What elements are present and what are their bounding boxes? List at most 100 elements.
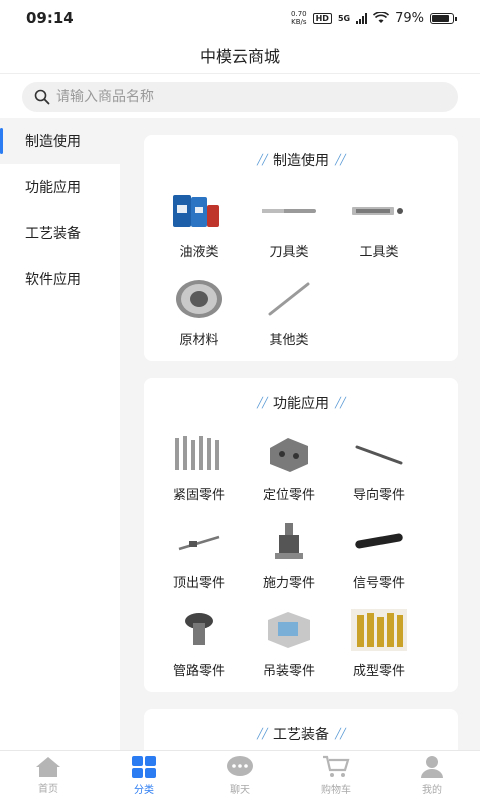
status-time: 09:14 — [26, 9, 74, 27]
decoration-icon: ╱╱ — [256, 397, 268, 409]
decoration-icon: ╱╱ — [335, 728, 346, 740]
section-card-process-equipment: ╱╱ 工艺装备 ╱╱ — [144, 709, 458, 750]
item-grid: 油液类 刀具类 工具类 原材料 其他类 — [144, 185, 458, 361]
tab-label: 购物车 — [321, 785, 351, 796]
category-item-label: 油液类 — [179, 245, 219, 260]
cart-icon — [323, 755, 350, 777]
category-sidebar: 制造使用 功能应用 工艺装备 软件应用 — [0, 118, 120, 750]
search-input[interactable] — [56, 89, 436, 105]
sidebar-item-functional[interactable]: 功能应用 — [0, 164, 120, 210]
category-item-lifting[interactable]: 吊装零件 — [244, 604, 334, 692]
signal-icon — [356, 12, 368, 24]
category-item-label: 定位零件 — [262, 488, 315, 503]
user-icon — [421, 756, 443, 778]
tab-label: 我的 — [422, 785, 442, 796]
chat-icon — [227, 756, 253, 776]
press-unit-icon — [257, 520, 321, 564]
battery-icon — [430, 12, 457, 24]
category-item-label: 成型零件 — [352, 664, 405, 679]
sidebar-item-label: 软件应用 — [25, 272, 81, 288]
grid-icon — [132, 756, 156, 778]
section-title-text: 工艺装备 — [273, 727, 329, 743]
sidebar-item-process-equipment[interactable]: 工艺装备 — [0, 210, 120, 256]
tab-mine[interactable]: 我的 — [384, 751, 480, 800]
section-title: ╱╱ 功能应用 ╱╱ — [144, 378, 458, 428]
category-item-signal[interactable]: 信号零件 — [334, 516, 424, 604]
status-bar: 09:14 0.70 KB/s HD 5G 79% — [0, 0, 480, 36]
ejector-pin-icon — [167, 520, 231, 564]
cutting-tool-icon — [257, 189, 321, 233]
net-speed-unit: KB/s — [291, 18, 307, 26]
molding-pins-icon — [347, 608, 411, 652]
category-item-other[interactable]: 其他类 — [244, 273, 334, 361]
app-header: 中模云商城 — [0, 36, 480, 74]
category-item-label: 紧固零件 — [172, 488, 225, 503]
hd-icon: HD — [312, 12, 332, 24]
category-item-label: 吊装零件 — [262, 664, 315, 679]
category-item-ejector[interactable]: 顶出零件 — [154, 516, 244, 604]
category-item-label: 信号零件 — [352, 576, 405, 591]
category-item-cutting-tool[interactable]: 刀具类 — [244, 185, 334, 273]
sidebar-item-label: 功能应用 — [25, 180, 81, 196]
category-item-label: 刀具类 — [269, 245, 309, 260]
rod-icon — [257, 277, 321, 321]
tab-cart[interactable]: 购物车 — [288, 751, 384, 800]
tool-set-icon — [347, 189, 411, 233]
net-speed: 0.70 KB/s — [291, 10, 307, 26]
sidebar-item-label: 工艺装备 — [25, 226, 81, 242]
wifi-icon — [373, 12, 390, 23]
category-item-fastener[interactable]: 紧固零件 — [154, 428, 244, 516]
lifting-frame-icon — [257, 608, 321, 652]
battery-level: 79% — [395, 10, 424, 26]
page-title: 中模云商城 — [199, 46, 280, 66]
tab-label: 首页 — [38, 784, 58, 795]
screws-icon — [167, 432, 231, 476]
category-item-raw-material[interactable]: 原材料 — [154, 273, 244, 361]
category-item-label: 原材料 — [179, 333, 219, 348]
category-item-label: 导向零件 — [352, 488, 405, 503]
category-item-label: 工具类 — [359, 245, 399, 260]
bottom-tabbar: 首页 分类 聊天 购物车 我的 — [0, 750, 480, 800]
network-type: 5G — [337, 13, 351, 23]
net-speed-value: 0.70 — [291, 10, 307, 18]
decoration-icon: ╱╱ — [256, 154, 268, 166]
category-item-pipe[interactable]: 管路零件 — [154, 604, 244, 692]
pipe-fitting-icon — [167, 608, 231, 652]
category-item-tools[interactable]: 工具类 — [334, 185, 424, 273]
home-icon — [36, 757, 60, 777]
section-title: ╱╱ 制造使用 ╱╱ — [144, 135, 458, 185]
tab-home[interactable]: 首页 — [0, 751, 96, 800]
tab-label: 聊天 — [230, 785, 250, 796]
tab-category[interactable]: 分类 — [96, 751, 192, 800]
category-item-label: 管路零件 — [172, 664, 225, 679]
sidebar-item-software[interactable]: 软件应用 — [0, 256, 120, 302]
category-item-label: 其他类 — [269, 333, 309, 348]
category-item-label: 施力零件 — [262, 576, 315, 591]
metal-ring-icon — [167, 277, 231, 321]
category-content[interactable]: ╱╱ 制造使用 ╱╱ 油液类 刀具类 工具类 原材料 其他类 ╱╱ 功能应用 ╱… — [120, 118, 480, 750]
section-title: ╱╱ 工艺装备 ╱╱ — [144, 709, 458, 750]
decoration-icon: ╱╱ — [335, 154, 346, 166]
signal-bar-icon — [347, 520, 411, 564]
locator-block-icon — [257, 432, 321, 476]
category-item-molding[interactable]: 成型零件 — [334, 604, 424, 692]
category-item-press[interactable]: 施力零件 — [244, 516, 334, 604]
category-item-locator[interactable]: 定位零件 — [244, 428, 334, 516]
section-card-functional: ╱╱ 功能应用 ╱╱ 紧固零件 定位零件 导向零件 顶出零件 施力零件 信号零件… — [144, 378, 458, 692]
section-card-manufacturing: ╱╱ 制造使用 ╱╱ 油液类 刀具类 工具类 原材料 其他类 — [144, 135, 458, 361]
category-item-guide[interactable]: 导向零件 — [334, 428, 424, 516]
oil-barrels-icon — [167, 189, 231, 233]
section-title-text: 功能应用 — [273, 396, 329, 412]
search-bar[interactable] — [22, 82, 458, 112]
item-grid: 紧固零件 定位零件 导向零件 顶出零件 施力零件 信号零件 管路零件 吊装零件 … — [144, 428, 458, 692]
sidebar-item-manufacturing[interactable]: 制造使用 — [0, 118, 120, 164]
sidebar-item-label: 制造使用 — [25, 134, 81, 150]
category-item-label: 顶出零件 — [172, 576, 225, 591]
tab-label: 分类 — [134, 785, 154, 796]
search-icon — [34, 89, 50, 105]
category-item-oil[interactable]: 油液类 — [154, 185, 244, 273]
tab-chat[interactable]: 聊天 — [192, 751, 288, 800]
guide-pin-icon — [347, 432, 411, 476]
decoration-icon: ╱╱ — [256, 728, 268, 740]
section-title-text: 制造使用 — [273, 153, 329, 169]
